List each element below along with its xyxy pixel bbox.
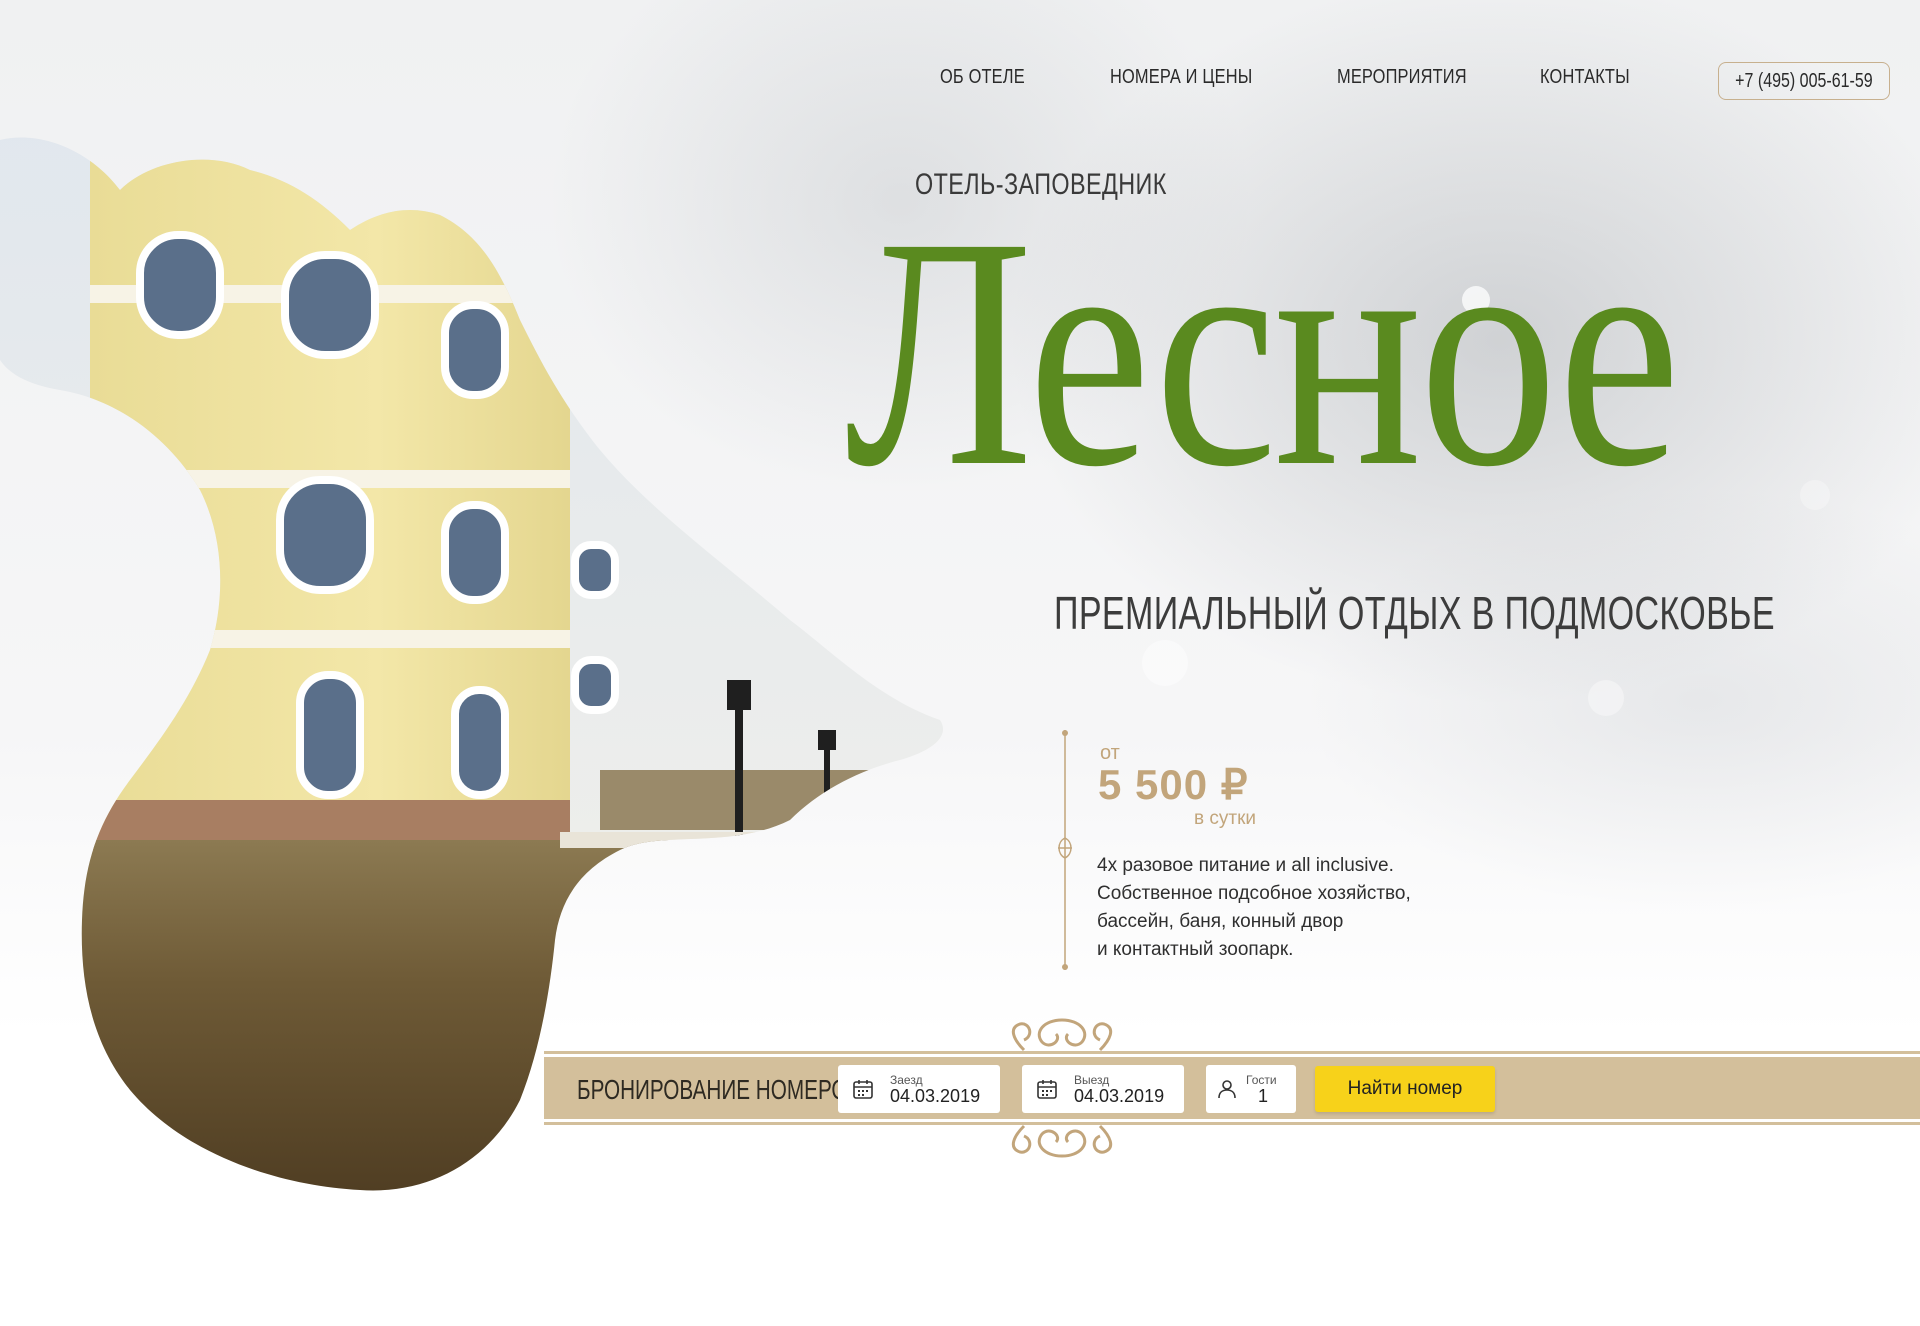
checkin-label: Заезд bbox=[890, 1073, 923, 1087]
bokeh-light bbox=[1142, 640, 1188, 686]
bokeh-light bbox=[1588, 680, 1624, 716]
user-icon bbox=[1218, 1080, 1236, 1099]
checkout-value: 04.03.2019 bbox=[1074, 1086, 1165, 1106]
feature-line: 4х разовое питание и all inclusive. bbox=[1097, 855, 1394, 876]
guests-label: Гости bbox=[1246, 1073, 1277, 1087]
checkin-value: 04.03.2019 bbox=[890, 1086, 981, 1106]
nav-item-rooms-prices[interactable]: НОМЕРА И ЦЕНЫ bbox=[1110, 66, 1252, 89]
ornament-icon bbox=[1058, 730, 1072, 970]
checkout-label: Выезд bbox=[1074, 1073, 1110, 1087]
features-list: 4х разовое питание и all inclusive. Собс… bbox=[1097, 852, 1517, 964]
nav-item-about[interactable]: ОБ ОТЕЛЕ bbox=[940, 66, 1025, 89]
find-room-button[interactable]: Найти номер bbox=[1315, 1066, 1495, 1112]
phone-button[interactable]: +7 (495) 005-61-59 bbox=[1718, 62, 1890, 100]
phone-number: +7 (495) 005-61-59 bbox=[1735, 69, 1873, 92]
price-value: 5 500 ₽ bbox=[1098, 761, 1249, 808]
feature-line: бассейн, баня, конный двор bbox=[1097, 911, 1344, 932]
calendar-icon bbox=[853, 1080, 873, 1099]
hotel-photo-deer-silhouette bbox=[0, 0, 980, 1200]
feature-line: и контактный зоопарк. bbox=[1097, 939, 1294, 960]
checkin-field[interactable]: Заезд 04.03.2019 bbox=[838, 1065, 1000, 1113]
checkout-field[interactable]: Выезд 04.03.2019 bbox=[1022, 1065, 1184, 1113]
bokeh-light bbox=[1800, 480, 1830, 510]
booking-title: БРОНИРОВАНИЕ НОМЕРОВ bbox=[577, 1074, 862, 1105]
nav-item-events[interactable]: МЕРОПРИЯТИЯ bbox=[1337, 66, 1467, 89]
guests-field[interactable]: Гости 1 bbox=[1206, 1065, 1296, 1113]
nav-item-contacts[interactable]: КОНТАКТЫ bbox=[1540, 66, 1630, 89]
price-unit: в сутки bbox=[1194, 808, 1257, 829]
feature-line: Собственное подсобное хозяйство, bbox=[1097, 883, 1411, 904]
main-nav: ОБ ОТЕЛЕ НОМЕРА И ЦЕНЫ МЕРОПРИЯТИЯ КОНТА… bbox=[0, 62, 1920, 102]
calendar-icon bbox=[1037, 1080, 1057, 1099]
guests-value: 1 bbox=[1258, 1086, 1269, 1106]
hero-subtitle: ПРЕМИАЛЬНЫЙ ОТДЫХ В ПОДМОСКОВЬЕ bbox=[1054, 587, 1775, 639]
hero-title: Лесное bbox=[845, 170, 1681, 535]
